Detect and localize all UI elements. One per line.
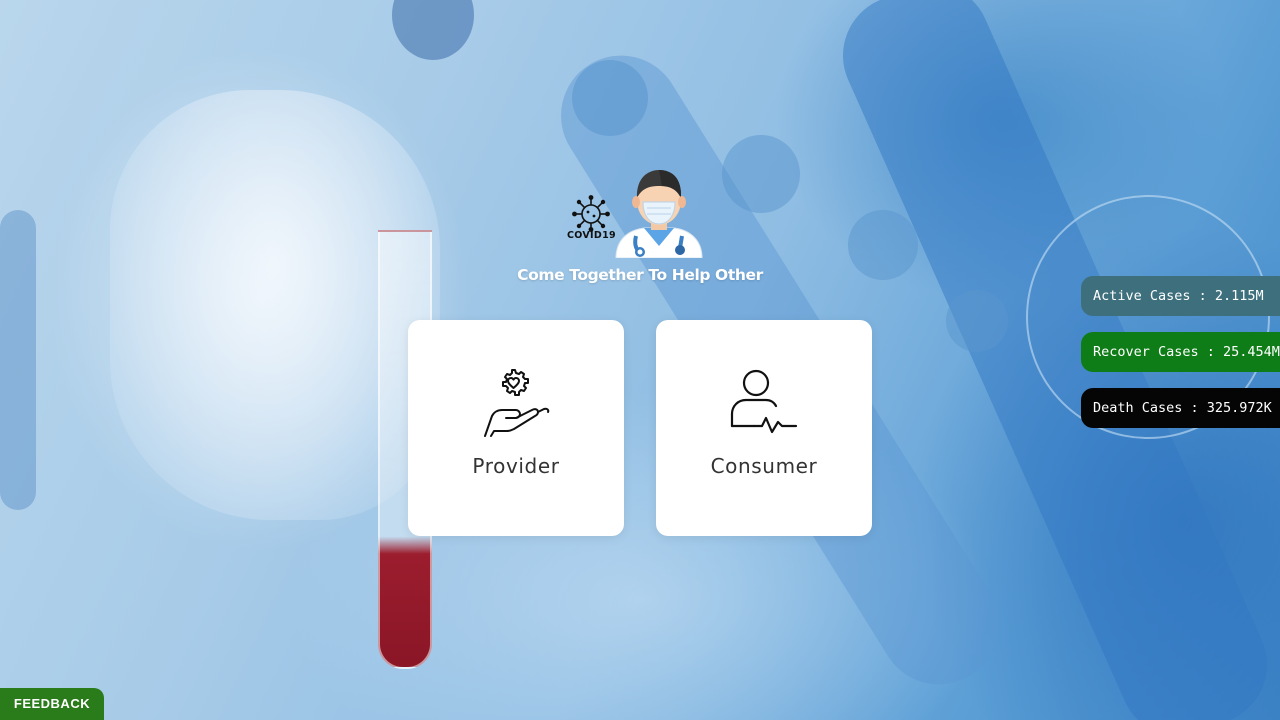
provider-card[interactable]: Provider: [408, 320, 624, 536]
molecule-decoration: [572, 60, 648, 136]
provider-label: Provider: [472, 454, 560, 478]
consumer-label: Consumer: [710, 454, 818, 478]
molecule-decoration: [848, 210, 918, 280]
logo-text: COVID19: [567, 230, 616, 241]
molecule-decoration: [946, 290, 1008, 352]
molecule-decoration: [722, 135, 800, 213]
active-cases-badge: Active Cases : 2.115M: [1081, 276, 1280, 316]
app-logo: COVID19: [566, 166, 706, 258]
molecule-decoration: [392, 0, 474, 60]
doctor-icon: [615, 170, 703, 258]
consumer-card[interactable]: Consumer: [656, 320, 872, 536]
hand-heart-gear-icon: [484, 369, 550, 437]
tagline: Come Together To Help Other: [517, 266, 763, 284]
feedback-button[interactable]: FEEDBACK: [0, 688, 104, 720]
death-cases-badge: Death Cases : 325.972K: [1081, 388, 1280, 428]
person-pulse-icon: [730, 369, 798, 434]
recover-cases-badge: Recover Cases : 25.454M: [1081, 332, 1280, 372]
molecule-decoration: [0, 210, 36, 510]
